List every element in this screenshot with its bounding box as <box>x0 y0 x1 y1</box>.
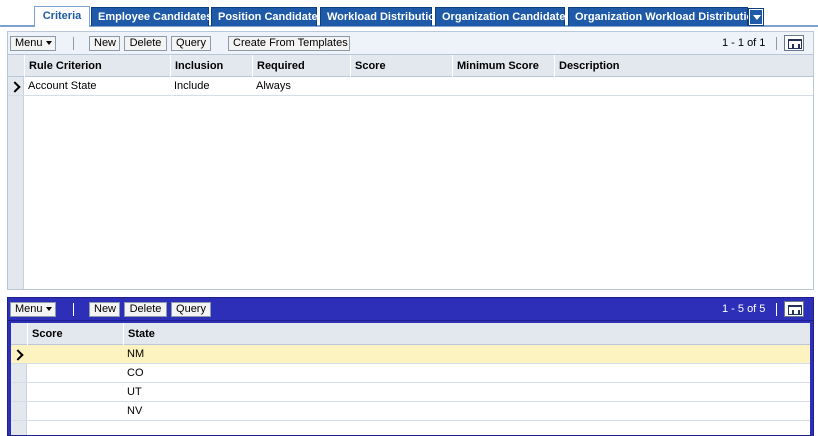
column-header-required[interactable]: Required <box>252 55 350 77</box>
values-new-button[interactable]: New <box>89 302 120 317</box>
toolbar-separator <box>776 37 777 50</box>
values-menu-button[interactable]: Menu <box>10 302 56 317</box>
column-header-score[interactable]: Score <box>27 323 123 345</box>
chevron-down-icon <box>45 307 52 311</box>
criteria-new-button[interactable]: New <box>89 36 120 51</box>
menu-label: Menu <box>15 37 43 49</box>
cell-score[interactable] <box>27 364 31 383</box>
column-header-inclusion[interactable]: Inclusion <box>170 55 252 77</box>
cell-state[interactable]: NV <box>123 402 142 421</box>
table-row[interactable]: NM <box>11 345 810 364</box>
toolbar-separator <box>776 303 777 316</box>
tab-position-candidates[interactable]: Position Candidates <box>211 7 324 26</box>
list-columns-icon[interactable] <box>784 301 804 317</box>
column-header-description[interactable]: Description <box>554 55 813 77</box>
cell-state[interactable]: NM <box>123 345 144 364</box>
tab-organization-candidates[interactable]: Organization Candidates <box>435 7 572 26</box>
table-row[interactable]: CO <box>11 364 810 383</box>
criteria-menu-button[interactable]: Menu <box>10 36 56 51</box>
cell-rule-criterion[interactable]: Account State <box>24 77 97 96</box>
column-header-minimum-score[interactable]: Minimum Score <box>452 55 554 77</box>
criteria-grid-body: Account State Include Always <box>8 77 813 289</box>
column-header-rule-criterion[interactable]: Rule Criterion <box>24 55 170 77</box>
tab-criteria[interactable]: Criteria <box>34 6 90 27</box>
create-from-templates-button[interactable]: Create From Templates <box>228 36 350 51</box>
cell-score[interactable] <box>27 402 31 421</box>
cell-minimum-score[interactable] <box>452 77 456 96</box>
cell-score[interactable] <box>27 345 31 364</box>
criteria-list-applet: Menu New Delete Query Create From Templa… <box>7 31 814 290</box>
criteria-values-applet: Menu New Delete Query 1 - 5 of 5 Score S… <box>7 297 814 436</box>
values-toolbar: Menu New Delete Query 1 - 5 of 5 <box>8 298 813 321</box>
tab-employee-candidates[interactable]: Employee Candidates <box>91 7 212 26</box>
tab-organization-workload-distribution[interactable]: Organization Workload Distribution <box>568 7 760 26</box>
current-row-arrow-icon <box>14 349 21 360</box>
table-row[interactable]: Account State Include Always <box>8 77 813 96</box>
list-columns-icon[interactable] <box>784 35 804 51</box>
toolbar-separator <box>73 37 74 50</box>
column-header-score[interactable]: Score <box>350 55 452 77</box>
cell-state[interactable]: UT <box>123 383 142 402</box>
values-query-button[interactable]: Query <box>171 302 211 317</box>
cell-state[interactable]: CO <box>123 364 144 383</box>
menu-label: Menu <box>15 303 43 315</box>
current-row-arrow-icon <box>11 81 18 92</box>
cell-score[interactable] <box>27 383 31 402</box>
row-selector-column <box>8 77 24 289</box>
table-row[interactable]: UT <box>11 383 810 402</box>
toolbar-separator <box>73 303 74 316</box>
cell-description[interactable] <box>554 77 558 96</box>
table-row[interactable]: NV <box>11 402 810 421</box>
cell-required[interactable]: Always <box>252 77 291 96</box>
cell-inclusion[interactable]: Include <box>170 77 209 96</box>
tab-workload-distribution[interactable]: Workload Distribution <box>320 7 442 26</box>
values-grid-header: Score State <box>11 323 810 345</box>
values-delete-button[interactable]: Delete <box>124 302 167 317</box>
criteria-record-count: 1 - 1 of 1 <box>722 37 766 49</box>
values-record-count: 1 - 5 of 5 <box>722 303 766 315</box>
criteria-delete-button[interactable]: Delete <box>124 36 167 51</box>
chevron-down-icon <box>45 41 52 45</box>
view-tab-strip: Criteria Employee Candidates Position Ca… <box>0 0 818 27</box>
cell-score[interactable] <box>350 77 354 96</box>
values-grid: Score State NM CO UT NV <box>11 323 810 435</box>
column-header-state[interactable]: State <box>123 323 810 345</box>
criteria-grid-header: Rule Criterion Inclusion Required Score … <box>8 55 813 77</box>
more-tabs-dropdown-icon[interactable] <box>748 8 764 26</box>
values-grid-body: NM CO UT NV <box>11 345 810 435</box>
criteria-query-button[interactable]: Query <box>171 36 211 51</box>
criteria-toolbar: Menu New Delete Query Create From Templa… <box>8 32 813 55</box>
